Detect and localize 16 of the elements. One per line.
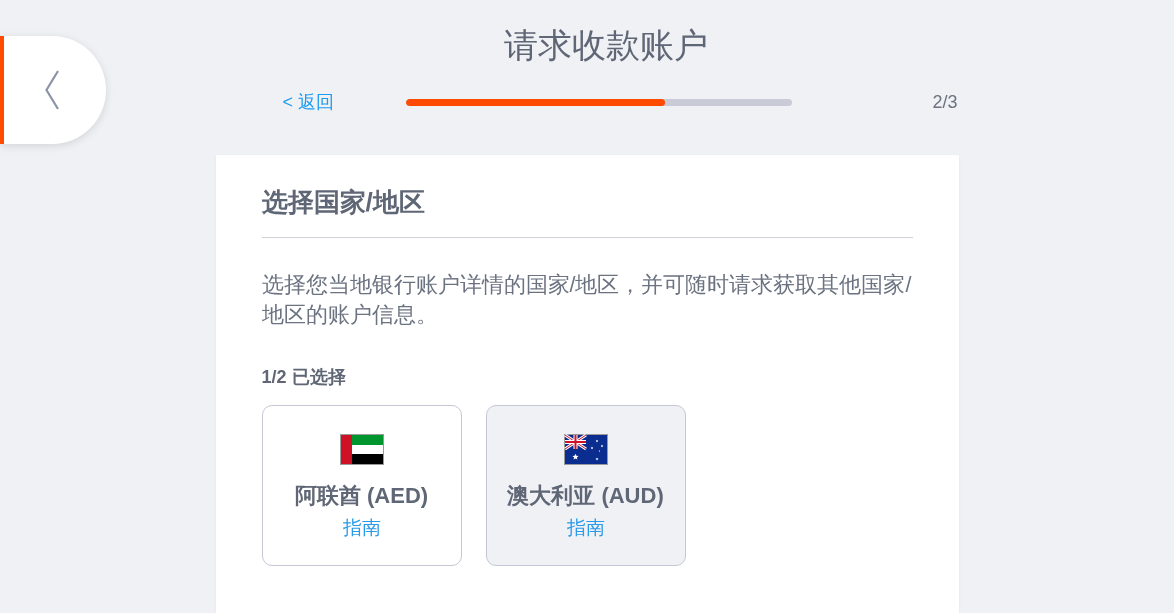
chevron-left-icon (45, 70, 59, 110)
australia-flag-icon (563, 434, 608, 465)
country-option[interactable]: 澳大利亚 (AUD) 指南 (485, 405, 686, 566)
section-heading: 选择国家/地区 (261, 187, 426, 217)
guide-link[interactable]: 指南 (342, 516, 381, 540)
description-text: 选择您当地银行账户详情的国家/地区，并可随时请求获取其他国家/地区的账户信息。 (261, 272, 912, 329)
uae-flag-icon (339, 434, 384, 465)
page-title: 请求收款账户 (504, 25, 708, 66)
back-link[interactable]: < 返回 (282, 90, 334, 114)
country-name: 阿联酋 (AED) (294, 482, 429, 510)
side-panel-tab[interactable] (0, 36, 106, 144)
selection-count: 1/2 已选择 (261, 366, 347, 388)
country-name: 澳大利亚 (AUD) (507, 482, 664, 510)
country-option[interactable]: 阿联酋 (AED) 指南 (261, 405, 462, 566)
step-counter: 2/3 (932, 91, 959, 113)
guide-link[interactable]: 指南 (566, 516, 605, 540)
